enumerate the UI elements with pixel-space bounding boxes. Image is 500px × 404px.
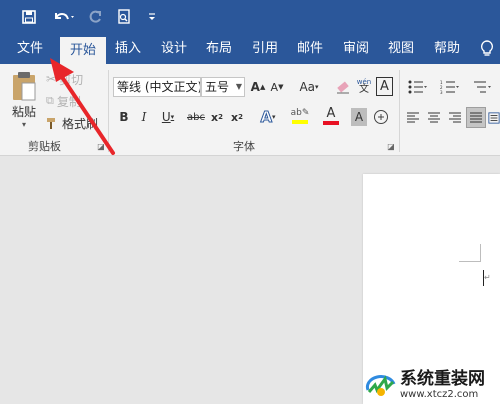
change-case-button[interactable]: Aa ▾ bbox=[296, 78, 322, 96]
brush-icon bbox=[47, 118, 55, 129]
enclose-characters-button[interactable] bbox=[372, 108, 390, 126]
wen-label: 文 bbox=[359, 84, 369, 95]
align-left-button[interactable] bbox=[404, 109, 422, 127]
highlight-button[interactable]: ab✎ bbox=[288, 104, 312, 128]
quick-access-toolbar bbox=[0, 0, 500, 34]
tab-home[interactable]: 开始 bbox=[60, 37, 106, 64]
tab-design[interactable]: 设计 bbox=[154, 34, 194, 64]
font-launcher-icon[interactable]: ◪ bbox=[386, 141, 396, 151]
clipboard-group-label: 剪贴板 bbox=[28, 140, 61, 153]
text-effects-icon: A bbox=[260, 108, 273, 127]
font-name-combo[interactable]: 等线 (中文正文) bbox=[113, 77, 201, 97]
copy-icon: ⧉ bbox=[46, 94, 54, 107]
distributed-icon bbox=[488, 112, 500, 124]
customize-qat-icon[interactable] bbox=[145, 6, 159, 28]
font-group-label: 字体 bbox=[233, 140, 255, 153]
highlighter-icon: ab✎ bbox=[290, 108, 310, 118]
document-area: ↵ 系统重装网 www.xtcz2.com bbox=[0, 157, 500, 404]
print-preview-icon[interactable] bbox=[113, 6, 135, 28]
chevron-down-icon: ▼ bbox=[235, 82, 242, 91]
tab-file[interactable]: 文件 bbox=[8, 34, 52, 64]
margin-corner-marker bbox=[459, 244, 481, 262]
bullets-button[interactable] bbox=[404, 78, 432, 96]
clipboard-icon bbox=[13, 72, 36, 101]
site-watermark: 系统重装网 www.xtcz2.com bbox=[365, 368, 497, 402]
distributed-button[interactable] bbox=[488, 109, 500, 127]
font-size-value: 五号 bbox=[205, 80, 230, 94]
copy-label: 复制 bbox=[56, 94, 81, 109]
tab-review[interactable]: 审阅 bbox=[336, 34, 376, 64]
paste-label: 粘贴 bbox=[11, 105, 36, 119]
lightbulb-icon[interactable] bbox=[476, 34, 498, 64]
redo-icon[interactable] bbox=[85, 6, 105, 28]
character-border-button[interactable]: A bbox=[376, 77, 393, 96]
ribbon-home: 粘贴 ▾ ✂ 剪切 ⧉ 复制 格式刷 剪贴板 ◪ 等线 (中文正文) 五号 ▼ … bbox=[0, 64, 500, 156]
watermark-url: www.xtcz2.com bbox=[400, 388, 479, 400]
clipboard-launcher-icon[interactable]: ◪ bbox=[96, 141, 106, 151]
format-painter-label: 格式刷 bbox=[62, 116, 99, 131]
copy-button[interactable]: ⧉ 复制 bbox=[46, 92, 90, 110]
watermark-title: 系统重装网 bbox=[400, 368, 485, 389]
grow-font-button[interactable]: A ▲ bbox=[250, 78, 266, 96]
subscript-button[interactable]: x2 bbox=[210, 108, 224, 126]
numbered-list-icon: 123 bbox=[440, 80, 459, 94]
format-painter-button[interactable]: 格式刷 bbox=[46, 114, 104, 132]
superscript-button[interactable]: x2 bbox=[230, 108, 244, 126]
bullet-list-icon bbox=[408, 80, 427, 94]
chevron-down-icon: ▾ bbox=[21, 120, 26, 129]
cut-label: 剪切 bbox=[59, 72, 84, 87]
align-right-icon bbox=[449, 112, 461, 123]
text-effects-button[interactable]: A ▾ bbox=[256, 107, 280, 127]
font-color-button[interactable]: A bbox=[318, 104, 344, 128]
tab-references[interactable]: 引用 bbox=[245, 34, 285, 64]
font-name-value: 等线 (中文正文) bbox=[117, 80, 201, 94]
a-label: A bbox=[380, 79, 389, 94]
align-center-button[interactable] bbox=[425, 109, 443, 127]
enclosed-character-icon bbox=[374, 110, 388, 124]
tab-mailings[interactable]: 邮件 bbox=[290, 34, 330, 64]
character-shading-button[interactable]: A bbox=[351, 108, 367, 126]
group-separator bbox=[399, 70, 400, 152]
tab-layout[interactable]: 布局 bbox=[199, 34, 239, 64]
highlight-color-bar bbox=[292, 120, 308, 124]
underline-button[interactable]: U ▾ bbox=[157, 108, 179, 126]
tab-view[interactable]: 视图 bbox=[381, 34, 421, 64]
ribbon-tab-bar: 文件 开始 插入 设计 布局 引用 邮件 审阅 视图 帮助 bbox=[0, 34, 500, 64]
svg-text:3: 3 bbox=[440, 90, 443, 94]
tab-insert[interactable]: 插入 bbox=[108, 34, 148, 64]
numbering-button[interactable]: 123 bbox=[436, 78, 464, 96]
multilevel-list-icon bbox=[474, 81, 491, 93]
paragraph-mark-icon: ↵ bbox=[484, 273, 491, 282]
bold-button[interactable]: B bbox=[117, 108, 131, 126]
justify-icon bbox=[470, 112, 482, 122]
align-left-icon bbox=[407, 112, 419, 123]
multilevel-list-button[interactable] bbox=[468, 78, 496, 96]
align-right-button[interactable] bbox=[446, 109, 464, 127]
strikethrough-button[interactable]: abc bbox=[186, 108, 206, 126]
phonetic-guide-button[interactable]: wén 文 bbox=[356, 76, 372, 96]
font-color-bar bbox=[323, 121, 339, 125]
justify-button[interactable] bbox=[466, 107, 486, 128]
font-size-combo[interactable]: 五号 ▼ bbox=[201, 77, 245, 97]
group-separator bbox=[108, 70, 109, 152]
cut-button[interactable]: ✂ 剪切 bbox=[46, 70, 90, 88]
align-center-icon bbox=[428, 112, 440, 123]
shrink-font-button[interactable]: A ▼ bbox=[269, 78, 285, 96]
paste-button[interactable]: 粘贴 ▾ bbox=[6, 68, 42, 132]
document-page[interactable]: ↵ 系统重装网 www.xtcz2.com bbox=[363, 174, 500, 404]
scissors-icon: ✂ bbox=[46, 72, 57, 86]
watermark-logo-icon bbox=[365, 375, 396, 396]
undo-icon[interactable] bbox=[50, 6, 78, 28]
save-icon[interactable] bbox=[18, 6, 40, 28]
italic-button[interactable]: I bbox=[137, 108, 151, 126]
font-color-icon: A bbox=[326, 106, 336, 121]
tab-help[interactable]: 帮助 bbox=[427, 34, 467, 64]
clear-formatting-icon[interactable] bbox=[335, 78, 351, 96]
